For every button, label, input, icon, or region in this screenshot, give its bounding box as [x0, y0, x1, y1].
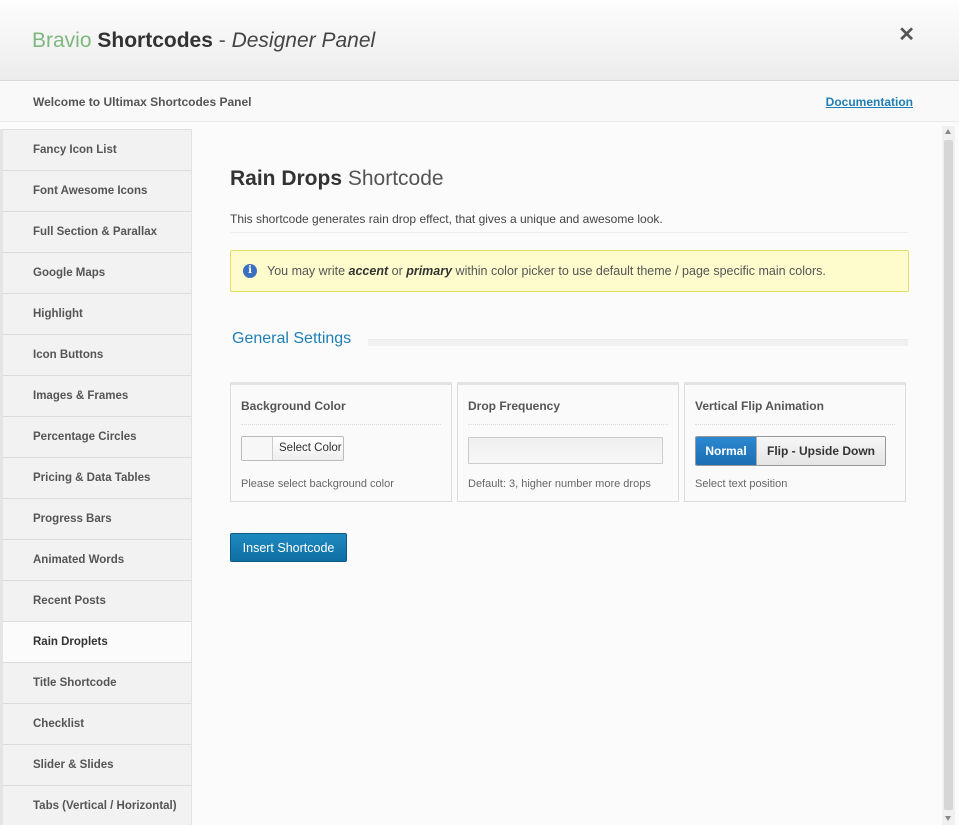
- select-color-label: Select Color: [279, 442, 342, 454]
- notice-text: You may write accent or primary within c…: [267, 264, 826, 278]
- page-title-light: Shortcode: [347, 167, 444, 190]
- close-icon[interactable]: ✕: [898, 25, 915, 45]
- shortcode-description: This shortcode generates rain drop effec…: [230, 212, 908, 233]
- brand-name: Bravio: [32, 29, 92, 52]
- page-title-bold: Rain Drops: [230, 167, 343, 190]
- vertical-flip-label: Vertical Flip Animation: [695, 399, 824, 413]
- sidebar-item-images-frames[interactable]: Images & Frames: [0, 376, 191, 417]
- vertical-flip-hint: Select text position: [695, 478, 788, 490]
- field-divider: [695, 424, 895, 425]
- scroll-down-icon[interactable]: [945, 816, 951, 821]
- panel-title: Bravio Shortcodes - Designer Panel: [32, 29, 375, 53]
- section-divider: [368, 339, 908, 346]
- sidebar-item-rain-droplets[interactable]: Rain Droplets: [0, 622, 191, 663]
- title-separator: -: [212, 29, 232, 52]
- drop-frequency-input[interactable]: [468, 437, 663, 464]
- sidebar-item-progress-bars[interactable]: Progress Bars: [0, 499, 191, 540]
- sidebar-item-checklist[interactable]: Checklist: [0, 704, 191, 745]
- documentation-link[interactable]: Documentation: [826, 95, 913, 109]
- sidebar-item-highlight[interactable]: Highlight: [0, 294, 191, 335]
- sidebar-item-fancy-icon-list[interactable]: Fancy Icon List: [0, 130, 191, 171]
- page-title: Rain Drops Shortcode: [230, 166, 444, 192]
- sidebar-item-font-awesome-icons[interactable]: Font Awesome Icons: [0, 171, 191, 212]
- notice-primary: primary: [406, 264, 453, 278]
- sidebar-item-icon-buttons[interactable]: Icon Buttons: [0, 335, 191, 376]
- welcome-bar: Welcome to Ultimax Shortcodes Panel Docu…: [0, 81, 959, 122]
- select-color-button[interactable]: Select Color: [241, 436, 344, 461]
- insert-shortcode-button[interactable]: Insert Shortcode: [230, 533, 347, 562]
- shortcode-sidebar: Fancy Icon List Font Awesome Icons Full Se…: [0, 129, 192, 825]
- background-color-hint: Please select background color: [241, 478, 394, 490]
- section-title: General Settings: [232, 330, 352, 347]
- panel-header: Bravio Shortcodes - Designer Panel ✕: [0, 0, 959, 81]
- sidebar-item-slider-slides[interactable]: Slider & Slides: [0, 745, 191, 786]
- scroll-thumb[interactable]: [944, 140, 953, 810]
- notice-middle: or: [388, 264, 407, 278]
- background-color-field: Background Color Select Color Please sel…: [230, 382, 452, 502]
- info-icon: i: [243, 264, 257, 278]
- field-divider: [468, 424, 668, 425]
- vertical-flip-toggle: Normal Flip - Upside Down: [695, 436, 886, 466]
- panel-subtitle: Designer Panel: [231, 29, 376, 52]
- sidebar-item-animated-words[interactable]: Animated Words: [0, 540, 191, 581]
- drop-frequency-hint: Default: 3, higher number more drops: [468, 478, 651, 490]
- sidebar-item-percentage-circles[interactable]: Percentage Circles: [0, 417, 191, 458]
- vertical-flip-field: Vertical Flip Animation Normal Flip - Up…: [684, 382, 906, 502]
- notice-prefix: You may write: [267, 264, 349, 278]
- drop-frequency-label: Drop Frequency: [468, 399, 561, 413]
- info-notice: i You may write accent or primary within…: [230, 250, 909, 292]
- scroll-up-icon[interactable]: [945, 129, 951, 134]
- sidebar-item-recent-posts[interactable]: Recent Posts: [0, 581, 191, 622]
- sidebar-item-tabs-vertical-horizontal[interactable]: Tabs (Vertical / Horizontal): [0, 786, 191, 825]
- field-divider: [241, 424, 441, 425]
- sidebar-item-google-maps[interactable]: Google Maps: [0, 253, 191, 294]
- product-name: Shortcodes: [97, 29, 213, 52]
- drop-frequency-field: Drop Frequency Default: 3, higher number…: [457, 382, 679, 502]
- notice-accent: accent: [348, 264, 389, 278]
- background-color-label: Background Color: [241, 399, 346, 413]
- sidebar-item-pricing-data-tables[interactable]: Pricing & Data Tables: [0, 458, 191, 499]
- sidebar-item-title-shortcode[interactable]: Title Shortcode: [0, 663, 191, 704]
- option-flip-upside-down[interactable]: Flip - Upside Down: [756, 437, 885, 465]
- notice-suffix: within color picker to use default theme…: [452, 264, 826, 278]
- sidebar-item-full-section-parallax[interactable]: Full Section & Parallax: [0, 212, 191, 253]
- option-normal[interactable]: Normal: [696, 437, 756, 465]
- color-swatch: [242, 437, 273, 460]
- scrollbar[interactable]: [942, 126, 955, 825]
- welcome-message: Welcome to Ultimax Shortcodes Panel: [33, 95, 252, 109]
- sidebar-edge: [0, 129, 3, 825]
